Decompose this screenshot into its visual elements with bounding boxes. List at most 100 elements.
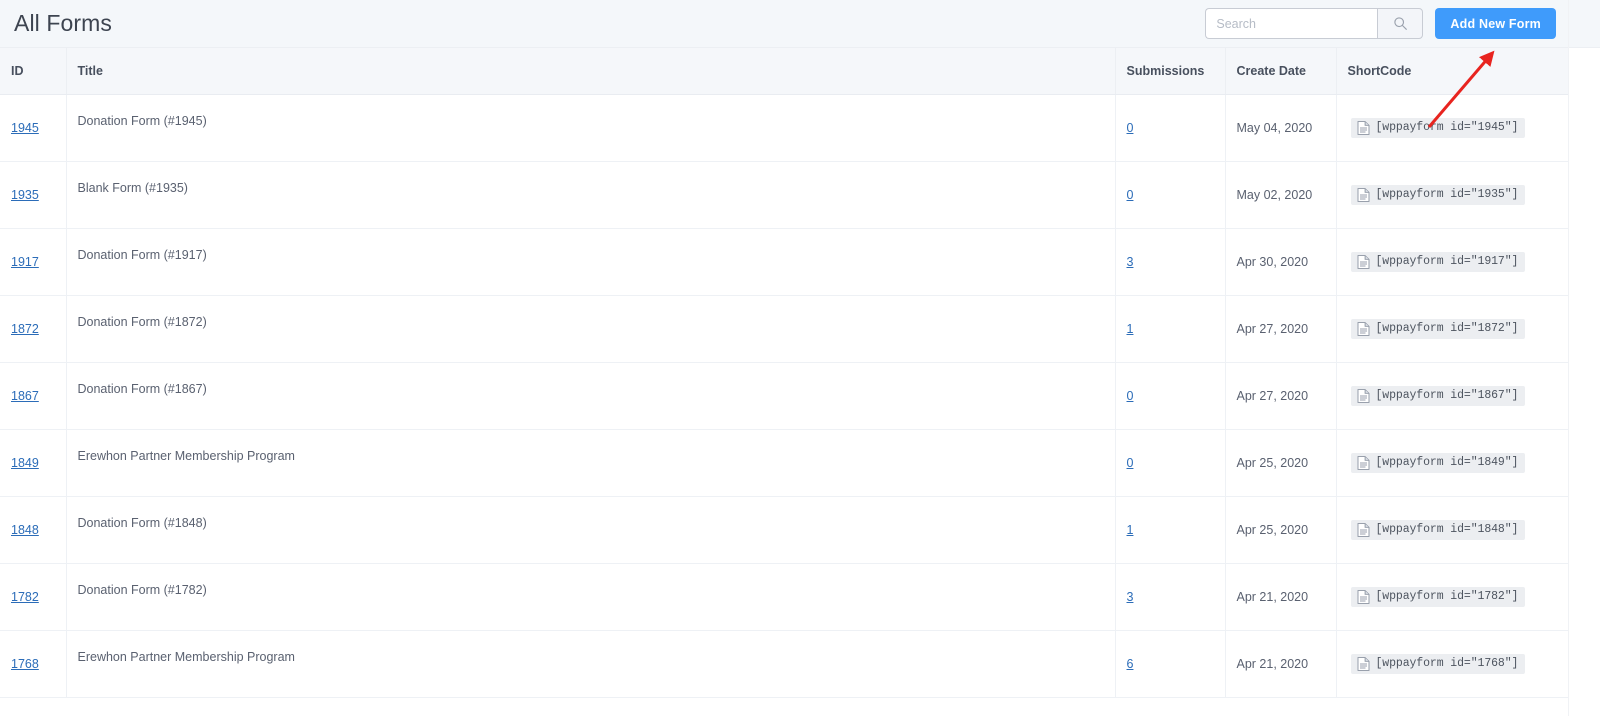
shortcode-pill[interactable]: [wppayform id="1945"] xyxy=(1350,117,1526,138)
table-row: 1768 Erewhon Partner Membership Program 6 A… xyxy=(0,630,1568,698)
cell-submissions: 6 xyxy=(1115,630,1226,698)
cell-id: 1872 xyxy=(0,295,67,363)
column-header-create-date[interactable]: Create Date xyxy=(1225,48,1337,95)
document-icon xyxy=(1357,187,1370,202)
cell-submissions: 0 xyxy=(1115,362,1226,430)
document-icon xyxy=(1357,388,1370,403)
submissions-link[interactable]: 0 xyxy=(1127,121,1134,135)
cell-title: Donation Form (#1782) xyxy=(66,563,1116,631)
shortcode-pill[interactable]: [wppayform id="1768"] xyxy=(1350,653,1526,674)
shortcode-pill[interactable]: [wppayform id="1782"] xyxy=(1350,586,1526,607)
cell-id: 1917 xyxy=(0,228,67,296)
scrollbar-gutter[interactable] xyxy=(1568,0,1600,716)
document-icon xyxy=(1357,455,1370,470)
table-row: 1782 Donation Form (#1782) 3 Apr 21, 2020 [w… xyxy=(0,563,1568,631)
cell-title: Donation Form (#1848) xyxy=(66,496,1116,564)
shortcode-pill[interactable]: [wppayform id="1872"] xyxy=(1350,318,1526,339)
table-row: 1945 Donation Form (#1945) 0 May 04, 2020 [w… xyxy=(0,94,1568,162)
form-id-link[interactable]: 1872 xyxy=(11,322,39,336)
cell-submissions: 3 xyxy=(1115,563,1226,631)
form-id-link[interactable]: 1935 xyxy=(11,188,39,202)
search-button[interactable] xyxy=(1377,8,1424,39)
form-id-link[interactable]: 1782 xyxy=(11,590,39,604)
document-icon xyxy=(1357,120,1370,135)
cell-id: 1768 xyxy=(0,630,67,698)
table-header-row: ID Title Submissions Create Date ShortCo… xyxy=(0,48,1568,95)
cell-shortcode: [wppayform id="1782"] xyxy=(1336,563,1568,631)
cell-title: Donation Form (#1945) xyxy=(66,94,1116,162)
shortcode-text: [wppayform id="1848"] xyxy=(1375,523,1519,536)
shortcode-pill[interactable]: [wppayform id="1935"] xyxy=(1350,184,1526,205)
cell-title: Donation Form (#1872) xyxy=(66,295,1116,363)
column-header-title[interactable]: Title xyxy=(66,48,1116,95)
submissions-link[interactable]: 1 xyxy=(1127,523,1134,537)
cell-title: Blank Form (#1935) xyxy=(66,161,1116,229)
submissions-link[interactable]: 3 xyxy=(1127,590,1134,604)
cell-submissions: 1 xyxy=(1115,496,1226,564)
cell-shortcode: [wppayform id="1867"] xyxy=(1336,362,1568,430)
shortcode-pill[interactable]: [wppayform id="1848"] xyxy=(1350,519,1526,540)
shortcode-text: [wppayform id="1849"] xyxy=(1375,456,1519,469)
submissions-link[interactable]: 6 xyxy=(1127,657,1134,671)
cell-shortcode: [wppayform id="1849"] xyxy=(1336,429,1568,497)
shortcode-text: [wppayform id="1935"] xyxy=(1375,188,1519,201)
cell-id: 1848 xyxy=(0,496,67,564)
table-row: 1872 Donation Form (#1872) 1 Apr 27, 2020 [w… xyxy=(0,295,1568,363)
cell-submissions: 1 xyxy=(1115,295,1226,363)
cell-shortcode: [wppayform id="1768"] xyxy=(1336,630,1568,698)
document-icon xyxy=(1357,321,1370,336)
cell-create-date: Apr 27, 2020 xyxy=(1225,295,1337,363)
shortcode-pill[interactable]: [wppayform id="1849"] xyxy=(1350,452,1526,473)
shortcode-pill[interactable]: [wppayform id="1917"] xyxy=(1350,251,1526,272)
table-head: ID Title Submissions Create Date ShortCo… xyxy=(0,48,1568,95)
cell-submissions: 0 xyxy=(1115,161,1226,229)
search-input[interactable] xyxy=(1205,8,1378,39)
shortcode-text: [wppayform id="1782"] xyxy=(1375,590,1519,603)
cell-create-date: May 04, 2020 xyxy=(1225,94,1337,162)
form-id-link[interactable]: 1849 xyxy=(11,456,39,470)
table-row: 1935 Blank Form (#1935) 0 May 02, 2020 [wppa… xyxy=(0,161,1568,229)
document-icon xyxy=(1357,254,1370,269)
form-id-link[interactable]: 1848 xyxy=(11,523,39,537)
document-icon xyxy=(1357,589,1370,604)
search-icon xyxy=(1393,16,1408,31)
submissions-link[interactable]: 0 xyxy=(1127,389,1134,403)
submissions-link[interactable]: 1 xyxy=(1127,322,1134,336)
column-header-submissions[interactable]: Submissions xyxy=(1115,48,1226,95)
column-header-id[interactable]: ID xyxy=(0,48,67,95)
search-group xyxy=(1205,8,1424,39)
cell-id: 1782 xyxy=(0,563,67,631)
form-id-link[interactable]: 1945 xyxy=(11,121,39,135)
submissions-link[interactable]: 0 xyxy=(1127,456,1134,470)
shortcode-pill[interactable]: [wppayform id="1867"] xyxy=(1350,385,1526,406)
table-row: 1848 Donation Form (#1848) 1 Apr 25, 2020 [w… xyxy=(0,496,1568,564)
submissions-link[interactable]: 3 xyxy=(1127,255,1134,269)
page-title: All Forms xyxy=(14,10,113,36)
shortcode-text: [wppayform id="1768"] xyxy=(1375,657,1519,670)
cell-create-date: Apr 25, 2020 xyxy=(1225,496,1337,564)
cell-submissions: 0 xyxy=(1115,94,1226,162)
header-actions: Add New Form xyxy=(1205,8,1556,39)
cell-id: 1849 xyxy=(0,429,67,497)
form-id-link[interactable]: 1917 xyxy=(11,255,39,269)
scrollbar-gutter-header xyxy=(1569,0,1600,48)
submissions-link[interactable]: 0 xyxy=(1127,188,1134,202)
cell-shortcode: [wppayform id="1848"] xyxy=(1336,496,1568,564)
cell-submissions: 0 xyxy=(1115,429,1226,497)
shortcode-text: [wppayform id="1872"] xyxy=(1375,322,1519,335)
table-row: 1849 Erewhon Partner Membership Program 0 A… xyxy=(0,429,1568,497)
page-header: All Forms Add New Form xyxy=(0,0,1568,48)
form-id-link[interactable]: 1867 xyxy=(11,389,39,403)
add-new-form-button[interactable]: Add New Form xyxy=(1435,8,1556,39)
forms-table: ID Title Submissions Create Date ShortCo… xyxy=(0,48,1568,698)
cell-id: 1935 xyxy=(0,161,67,229)
form-id-link[interactable]: 1768 xyxy=(11,657,39,671)
column-header-shortcode[interactable]: ShortCode xyxy=(1336,48,1568,95)
cell-create-date: Apr 30, 2020 xyxy=(1225,228,1337,296)
cell-shortcode: [wppayform id="1917"] xyxy=(1336,228,1568,296)
cell-title: Erewhon Partner Membership Program xyxy=(66,429,1116,497)
cell-id: 1867 xyxy=(0,362,67,430)
cell-submissions: 3 xyxy=(1115,228,1226,296)
table-row: 1917 Donation Form (#1917) 3 Apr 30, 2020 [w… xyxy=(0,228,1568,296)
shortcode-text: [wppayform id="1945"] xyxy=(1375,121,1519,134)
